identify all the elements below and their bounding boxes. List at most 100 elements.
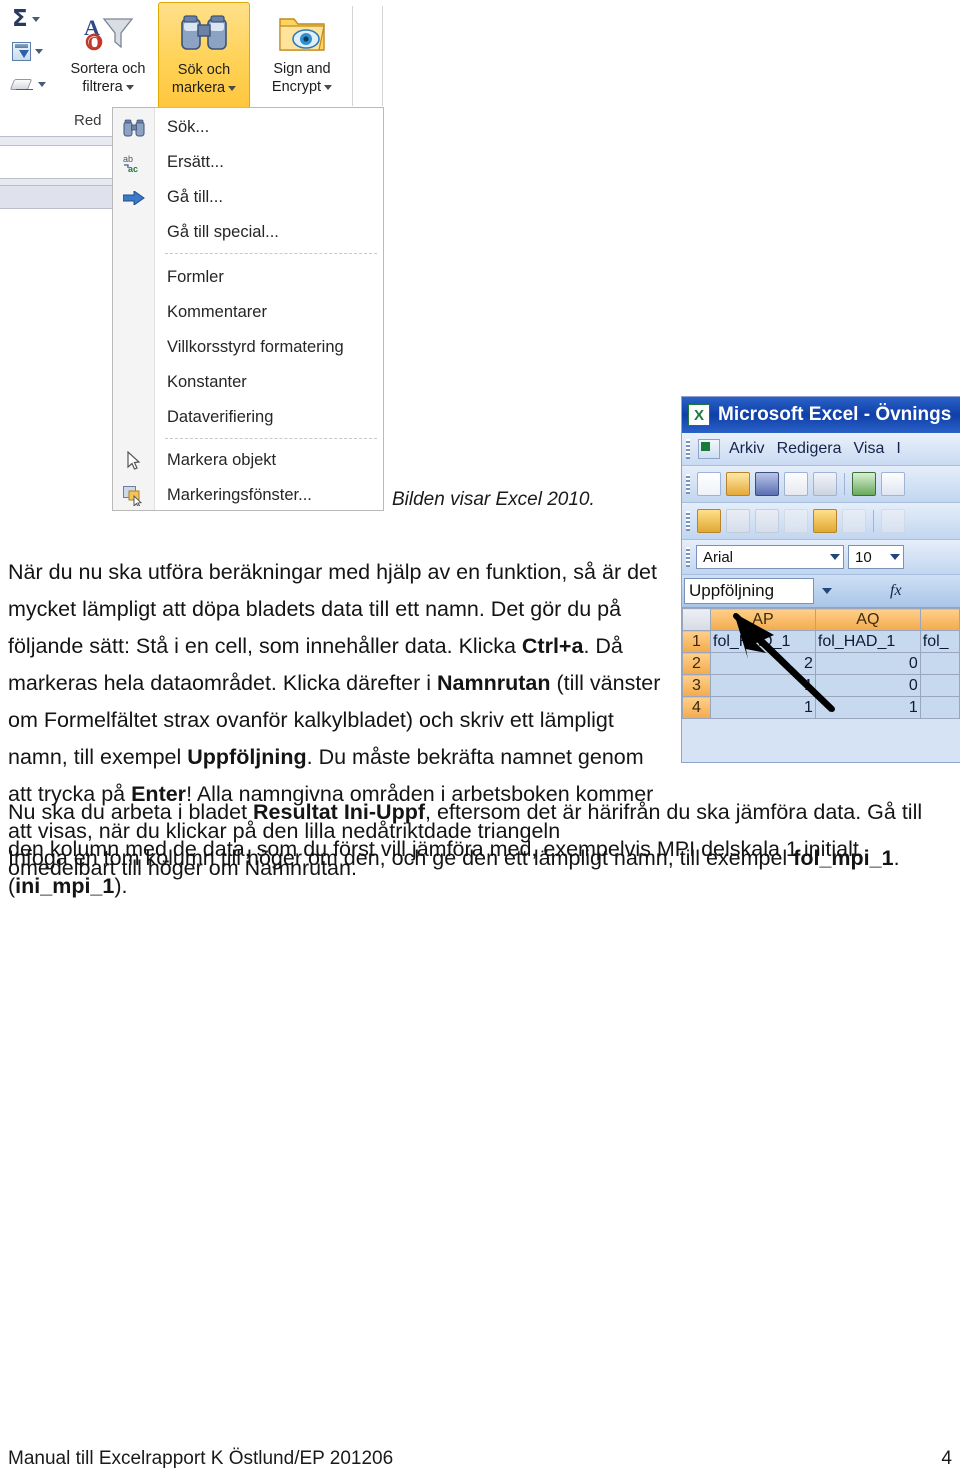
menu-redigera[interactable]: Redigera: [774, 440, 845, 458]
chevron-down-icon[interactable]: [38, 82, 46, 87]
menu-item-konstanter[interactable]: Konstanter: [113, 365, 383, 400]
cell[interactable]: 1: [814, 696, 921, 719]
toolbar-grip-handle[interactable]: [686, 547, 690, 567]
menu-item-markeringsfonster[interactable]: Markeringsfönster...: [113, 478, 383, 513]
no-icon: [113, 365, 155, 400]
menu-item-label: Villkorsstyrd formatering: [167, 338, 344, 356]
cell[interactable]: [919, 674, 960, 697]
table-row[interactable]: 3 1 0: [682, 674, 960, 697]
selection-pane-icon: [113, 478, 155, 513]
excel-standard-toolbar[interactable]: [682, 466, 960, 503]
cell[interactable]: 2: [710, 652, 816, 675]
print-icon[interactable]: [852, 472, 876, 496]
copy-sheets-icon[interactable]: [813, 509, 837, 533]
ribbon-group-sort-filter[interactable]: A Ö Sortera och filtrera: [62, 2, 154, 110]
cell[interactable]: [919, 652, 960, 675]
mail-recipient-icon[interactable]: [784, 472, 808, 496]
font-size-value: 10: [855, 548, 872, 566]
undo-icon[interactable]: [881, 509, 905, 533]
select-all-corner[interactable]: [682, 608, 711, 631]
import-icon[interactable]: [726, 509, 750, 533]
excel-second-toolbar[interactable]: [682, 503, 960, 540]
p1-bold-ctrl-a: Ctrl+a: [521, 633, 584, 658]
menu-item-markera-objekt[interactable]: Markera objekt: [113, 443, 383, 478]
row-header[interactable]: 2: [682, 652, 711, 675]
cell[interactable]: fol_HAD_1: [710, 630, 816, 653]
toolbar-grip-handle[interactable]: [686, 511, 690, 531]
excel-name-box-bar[interactable]: Uppföljning fx: [682, 575, 960, 608]
page-footer: Manual till Excelrapport K Östlund/EP 20…: [8, 1448, 952, 1470]
print-preview-icon[interactable]: [881, 472, 905, 496]
autosum-button[interactable]: Σ: [12, 8, 40, 31]
column-header-ap[interactable]: AP: [710, 608, 816, 631]
column-header-aq[interactable]: AQ: [814, 608, 921, 631]
p1-bold-uppfoljning: Uppföljning: [187, 744, 307, 769]
menu-visa[interactable]: Visa: [851, 440, 888, 458]
figure-caption: Bilden visar Excel 2010.: [392, 489, 595, 510]
goto-arrow-icon: [113, 180, 155, 215]
save-icon[interactable]: [755, 472, 779, 496]
ribbon-group-sign-encrypt[interactable]: Sign and Encrypt: [256, 2, 348, 110]
clear-button[interactable]: [12, 77, 46, 92]
ribbon-group-find-select-label-2: markera: [159, 79, 249, 97]
svg-text:ac: ac: [128, 164, 138, 173]
menu-item-formler[interactable]: Formler: [113, 260, 383, 295]
menu-item-sok[interactable]: Sök...: [113, 110, 383, 145]
paragraph-3: Infoga en tom kolumn till höger om den, …: [8, 840, 952, 877]
row-header[interactable]: 4: [682, 696, 711, 719]
chevron-down-icon[interactable]: [830, 554, 840, 560]
svg-text:ab: ab: [123, 154, 133, 164]
cell[interactable]: 1: [710, 696, 816, 719]
menu-item-kommentarer[interactable]: Kommentarer: [113, 295, 383, 330]
excel-menubar[interactable]: Arkiv Redigera Visa I: [682, 433, 960, 466]
menu-infoga-partial[interactable]: I: [893, 440, 903, 458]
menu-item-label: Kommentarer: [167, 303, 267, 321]
table-row[interactable]: 1 fol_HAD_1 fol_HAD_1 fol_: [682, 630, 960, 653]
permission-icon[interactable]: [813, 472, 837, 496]
menu-item-dataverifiering[interactable]: Dataverifiering: [113, 400, 383, 435]
column-header-next[interactable]: [919, 608, 960, 631]
delete-icon[interactable]: [842, 509, 866, 533]
menu-item-villkorsstyrd-formatering[interactable]: Villkorsstyrd formatering: [113, 330, 383, 365]
edit-icon[interactable]: [784, 509, 808, 533]
excel-formatting-toolbar[interactable]: Arial 10: [682, 540, 960, 575]
font-size-combobox[interactable]: 10: [848, 545, 904, 569]
name-box-input[interactable]: Uppföljning: [684, 578, 814, 604]
cell[interactable]: fol_HAD_1: [814, 630, 921, 653]
open-folder-icon[interactable]: [726, 472, 750, 496]
cell[interactable]: fol_: [919, 630, 960, 653]
chevron-down-icon[interactable]: [228, 85, 237, 91]
workbook-icon: [698, 439, 720, 459]
new-document-icon[interactable]: [697, 472, 721, 496]
sign-encrypt-icon: [256, 6, 348, 60]
cell[interactable]: [919, 696, 960, 719]
chevron-down-icon[interactable]: [125, 84, 134, 90]
fill-button[interactable]: [12, 42, 43, 61]
chevron-down-icon[interactable]: [890, 554, 900, 560]
row-header[interactable]: 3: [682, 674, 711, 697]
toolbar-grip-handle[interactable]: [686, 439, 690, 459]
p2-bold-ini-mpi-1: ini_mpi_1: [15, 873, 115, 898]
chevron-down-icon[interactable]: [324, 84, 333, 90]
menu-arkiv[interactable]: Arkiv: [726, 440, 768, 458]
cell[interactable]: 0: [814, 674, 921, 697]
name-box-dropdown-arrow[interactable]: [814, 578, 840, 604]
chevron-down-icon[interactable]: [35, 49, 43, 54]
font-name-combobox[interactable]: Arial: [696, 545, 844, 569]
insert-function-icon[interactable]: fx: [890, 582, 902, 600]
export-icon[interactable]: [755, 509, 779, 533]
new-folder-icon[interactable]: [697, 509, 721, 533]
table-row[interactable]: 2 2 0: [682, 652, 960, 675]
table-row[interactable]: 4 1 1: [682, 696, 960, 719]
menu-item-ga-till-special[interactable]: Gå till special...: [113, 215, 383, 250]
cell[interactable]: 0: [814, 652, 921, 675]
ribbon-group-find-select[interactable]: Sök och markera: [158, 2, 250, 110]
excel-worksheet-grid[interactable]: AP AQ 1 fol_HAD_1 fol_HAD_1 fol_ 2 2 0 3…: [682, 608, 960, 719]
find-select-dropdown-menu[interactable]: Sök... ab ac Ersätt... Gå till... Gå til…: [112, 107, 384, 511]
menu-item-ersatt[interactable]: ab ac Ersätt...: [113, 145, 383, 180]
menu-item-ga-till[interactable]: Gå till...: [113, 180, 383, 215]
toolbar-grip-handle[interactable]: [686, 474, 690, 494]
row-header[interactable]: 1: [682, 630, 711, 653]
cell[interactable]: 1: [710, 674, 816, 697]
chevron-down-icon[interactable]: [31, 17, 40, 22]
